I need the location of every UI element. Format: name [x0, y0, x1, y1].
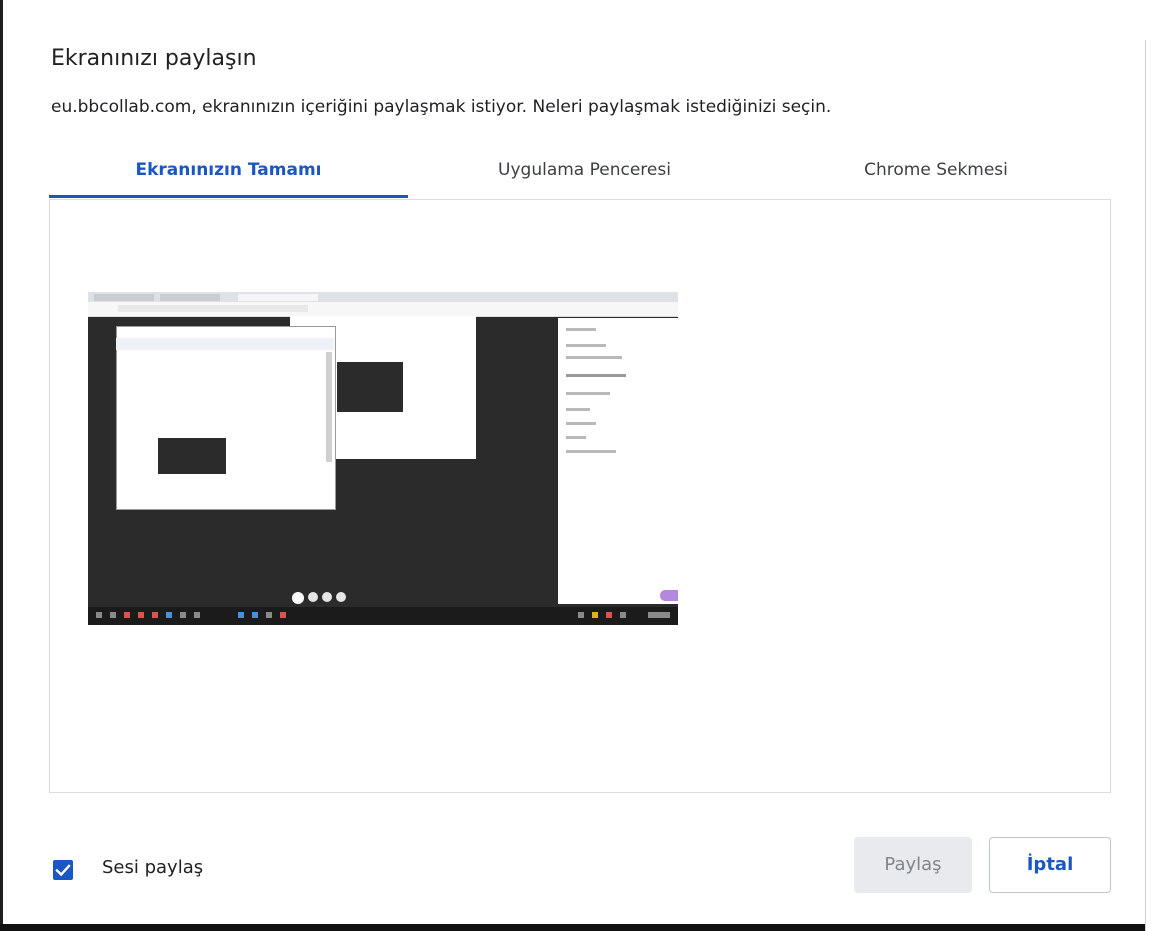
- window-edge-right: [1145, 40, 1155, 931]
- thumbnail-taskbar-icon: [138, 612, 144, 618]
- window-edge-bottom: [0, 924, 1145, 931]
- thumbnail-text-line: [566, 408, 590, 411]
- thumbnail-tab: [238, 294, 318, 301]
- thumbnail-taskbar-icon: [166, 612, 172, 618]
- thumbnail-tab: [94, 294, 154, 301]
- source-tabs: Ekranınızın Tamamı Uygulama Penceresi Ch…: [49, 150, 1111, 200]
- thumbnail-taskbar-icon: [238, 612, 244, 618]
- thumbnail-editor-window: [116, 326, 336, 510]
- thumbnail-side-panel: [558, 318, 678, 604]
- share-screen-dialog: Ekranınızı paylaşın eu.bbcollab.com, ekr…: [3, 0, 1145, 924]
- thumbnail-taskbar-icon: [194, 612, 200, 618]
- thumbnail-url-field: [118, 305, 308, 312]
- tab-chrome-tab[interactable]: Chrome Sekmesi: [761, 150, 1111, 198]
- thumbnail-text-line: [566, 374, 626, 377]
- thumbnail-text-line: [566, 392, 610, 395]
- thumbnail-control-dot: [292, 592, 304, 604]
- thumbnail-taskbar-icon: [152, 612, 158, 618]
- thumbnail-taskbar-icon: [180, 612, 186, 618]
- source-preview-panel: [49, 199, 1111, 793]
- thumbnail-taskbar-icon: [110, 612, 116, 618]
- thumbnail-editor-scrollbar: [326, 352, 332, 462]
- thumbnail-tray-icon: [606, 612, 612, 618]
- thumbnail-text-line: [566, 356, 622, 359]
- dialog-title: Ekranınızı paylaşın: [51, 46, 257, 71]
- thumbnail-tray-icon: [620, 612, 626, 618]
- share-button[interactable]: Paylaş: [854, 837, 972, 893]
- thumbnail-tray-icon: [578, 612, 584, 618]
- thumbnail-text-line: [566, 436, 586, 439]
- thumbnail-purple-button: [660, 590, 678, 601]
- share-audio-label: Sesi paylaş: [102, 857, 204, 878]
- thumbnail-taskbar-icon: [124, 612, 130, 618]
- thumbnail-session-controls: [292, 592, 352, 604]
- thumbnail-clock: [648, 612, 670, 618]
- tab-application-window[interactable]: Uygulama Penceresi: [408, 150, 761, 198]
- thumbnail-text-line: [566, 422, 596, 425]
- thumbnail-text-line: [566, 344, 606, 347]
- screen-thumbnail[interactable]: [88, 292, 678, 625]
- tab-entire-screen[interactable]: Ekranınızın Tamamı: [49, 150, 408, 198]
- dialog-subtitle: eu.bbcollab.com, ekranınızın içeriğini p…: [51, 97, 832, 117]
- checkmark-icon: [55, 864, 71, 877]
- thumbnail-control-dot: [336, 592, 346, 602]
- thumbnail-text-line: [566, 450, 616, 453]
- thumbnail-editor-toolbar: [116, 338, 334, 350]
- thumbnail-tab: [160, 294, 220, 301]
- thumbnail-taskbar-icon: [280, 612, 286, 618]
- thumbnail-taskbar: [88, 607, 678, 625]
- thumbnail-taskbar-icon: [252, 612, 258, 618]
- thumbnail-taskbar-icon: [96, 612, 102, 618]
- thumbnail-control-dot: [322, 592, 332, 602]
- thumbnail-taskbar-icon: [266, 612, 272, 618]
- thumbnail-text-line: [566, 328, 596, 331]
- thumbnail-inner-preview: [337, 362, 403, 412]
- thumbnail-tray-icon: [592, 612, 598, 618]
- thumbnail-control-dot: [308, 592, 318, 602]
- share-audio-checkbox[interactable]: [53, 860, 73, 880]
- thumbnail-editor-preview: [158, 438, 226, 474]
- cancel-button[interactable]: İptal: [989, 837, 1111, 893]
